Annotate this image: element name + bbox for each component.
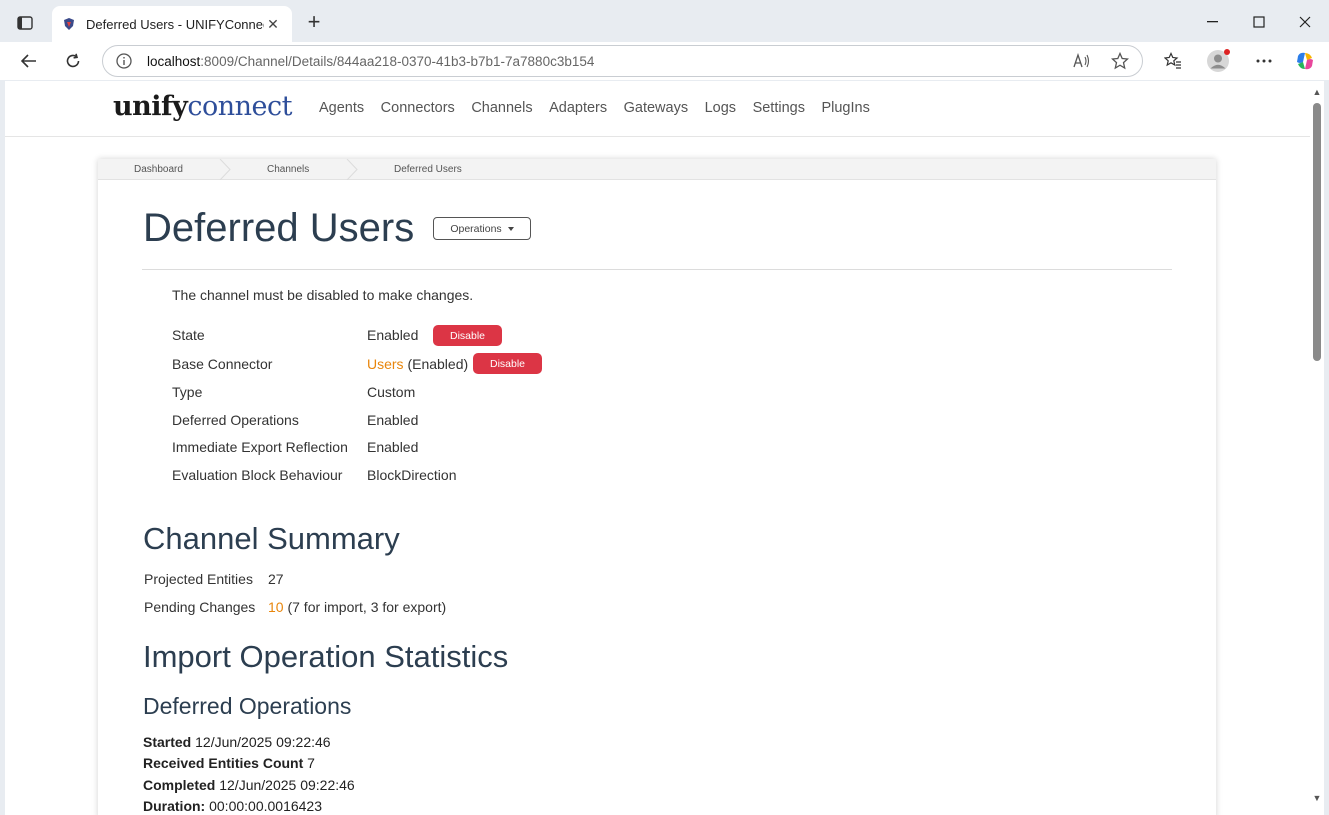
import-stats-heading: Import Operation Statistics (143, 639, 509, 674)
nav-agents[interactable]: Agents (319, 100, 364, 116)
nav-logs[interactable]: Logs (705, 100, 736, 116)
pending-changes-label: Pending Changes (144, 599, 256, 615)
deferred-operations-label: Deferred Operations (172, 412, 299, 428)
projected-entities-link[interactable]: 27 (268, 571, 284, 587)
browser-toolbar: localhost:8009/Channel/Details/844aa218-… (0, 42, 1329, 80)
site-logo[interactable]: unifyconnect (113, 91, 292, 122)
caret-down-icon (507, 226, 514, 231)
favorites-icon[interactable] (1158, 48, 1188, 74)
tab-actions-icon[interactable] (10, 10, 40, 36)
back-arrow-icon[interactable] (14, 48, 44, 74)
stat-started: Started 12/Jun/2025 09:22:46 (143, 734, 331, 750)
nav-gateways[interactable]: Gateways (624, 100, 688, 116)
deferred-operations-heading: Deferred Operations (143, 693, 352, 719)
nav-settings[interactable]: Settings (753, 100, 805, 116)
scroll-down-arrow-icon[interactable]: ▼ (1312, 793, 1322, 803)
base-connector-label: Base Connector (172, 356, 273, 372)
state-label: State (172, 327, 205, 343)
address-bar[interactable]: localhost:8009/Channel/Details/844aa218-… (102, 45, 1143, 77)
site-info-icon[interactable] (115, 52, 133, 70)
copilot-icon[interactable] (1290, 48, 1320, 74)
logo-part-unify: unify (113, 91, 188, 122)
pending-changes-detail: (7 for import, 3 for export) (287, 599, 447, 615)
close-window-icon[interactable] (1282, 8, 1328, 36)
operations-label: Operations (450, 222, 502, 235)
base-connector-link[interactable]: Users (367, 356, 404, 372)
maximize-icon[interactable] (1236, 8, 1282, 36)
disable-connector-button[interactable]: Disable (473, 353, 542, 374)
type-value: Custom (367, 384, 416, 400)
new-tab-button[interactable]: + (300, 10, 328, 36)
disable-notice: The channel must be disabled to make cha… (172, 287, 474, 303)
minimize-icon[interactable] (1190, 8, 1236, 36)
deferred-operations-value: Enabled (367, 412, 419, 428)
scrollbar-thumb[interactable] (1313, 103, 1321, 361)
breadcrumb-channels[interactable]: Channels (267, 164, 309, 175)
page-viewport: unifyconnect Agents Connectors Channels … (5, 81, 1310, 815)
pending-changes-link[interactable]: 10 (268, 599, 284, 615)
stat-started-label: Started (143, 734, 192, 750)
operations-dropdown-button[interactable]: Operations (433, 217, 531, 240)
url-host: localhost (147, 53, 201, 69)
tab-title: Deferred Users - UNIFYConnect (86, 16, 264, 32)
refresh-icon[interactable] (58, 48, 88, 74)
read-aloud-icon[interactable] (1072, 51, 1092, 71)
nav-plugins[interactable]: PlugIns (821, 100, 869, 116)
breadcrumb: Dashboard Channels Deferred Users (98, 159, 1216, 180)
stat-received-label: Received Entities Count (143, 755, 304, 771)
more-options-icon[interactable] (1249, 48, 1279, 74)
immediate-export-value: Enabled (367, 439, 419, 455)
breadcrumb-current: Deferred Users (394, 164, 462, 175)
breadcrumb-dashboard[interactable]: Dashboard (134, 164, 183, 175)
browser-titlebar: Deferred Users - UNIFYConnect ✕ + (0, 0, 1329, 42)
stat-duration-value: 00:00:00.0016423 (209, 798, 322, 814)
stat-received-value: 7 (307, 755, 315, 771)
stat-started-value: 12/Jun/2025 09:22:46 (195, 734, 331, 750)
page-scrollbar[interactable]: ▲ ▼ (1310, 81, 1324, 815)
stat-duration-label: Duration: (143, 798, 206, 814)
disable-channel-button[interactable]: Disable (433, 325, 502, 346)
profile-avatar-icon[interactable] (1203, 48, 1233, 74)
browser-tab[interactable]: Deferred Users - UNIFYConnect ✕ (52, 6, 292, 42)
url-path: :8009/Channel/Details/844aa218-0370-41b3… (200, 53, 595, 69)
page-title: Deferred Users (143, 206, 415, 250)
projected-entities-label: Projected Entities (144, 571, 253, 587)
nav-channels[interactable]: Channels (471, 100, 532, 116)
nav-adapters[interactable]: Adapters (549, 100, 607, 116)
main-menu: Agents Connectors Channels Adapters Gate… (319, 100, 886, 116)
stat-received: Received Entities Count 7 (143, 755, 315, 771)
channel-summary-heading: Channel Summary (143, 521, 400, 556)
base-connector-value: Users (Enabled) (367, 356, 468, 372)
type-label: Type (172, 384, 203, 400)
content-card: Dashboard Channels Deferred Users Deferr… (98, 159, 1216, 815)
nav-connectors[interactable]: Connectors (381, 100, 455, 116)
state-value: Enabled (367, 327, 419, 343)
stat-completed-value: 12/Jun/2025 09:22:46 (219, 777, 355, 793)
title-divider (142, 269, 1172, 270)
site-favicon-icon (62, 17, 76, 31)
logo-part-connect: connect (187, 91, 292, 122)
url-text[interactable]: localhost:8009/Channel/Details/844aa218-… (147, 54, 1054, 69)
stat-completed: Completed 12/Jun/2025 09:22:46 (143, 777, 355, 793)
base-connector-status: (Enabled) (407, 356, 469, 372)
breadcrumb-separator-icon (219, 159, 231, 180)
stat-completed-label: Completed (143, 777, 216, 793)
evaluation-block-label: Evaluation Block Behaviour (172, 467, 343, 483)
immediate-export-label: Immediate Export Reflection (172, 439, 348, 455)
breadcrumb-separator-icon (346, 159, 358, 180)
scroll-up-arrow-icon[interactable]: ▲ (1312, 87, 1322, 97)
tab-close-icon[interactable]: ✕ (264, 16, 282, 33)
pending-changes-value: 10 (7 for import, 3 for export) (268, 599, 446, 615)
stat-duration: Duration: 00:00:00.0016423 (143, 798, 322, 814)
favorite-star-icon[interactable] (1110, 51, 1130, 71)
evaluation-block-value: BlockDirection (367, 467, 457, 483)
site-navbar: unifyconnect Agents Connectors Channels … (5, 81, 1310, 137)
